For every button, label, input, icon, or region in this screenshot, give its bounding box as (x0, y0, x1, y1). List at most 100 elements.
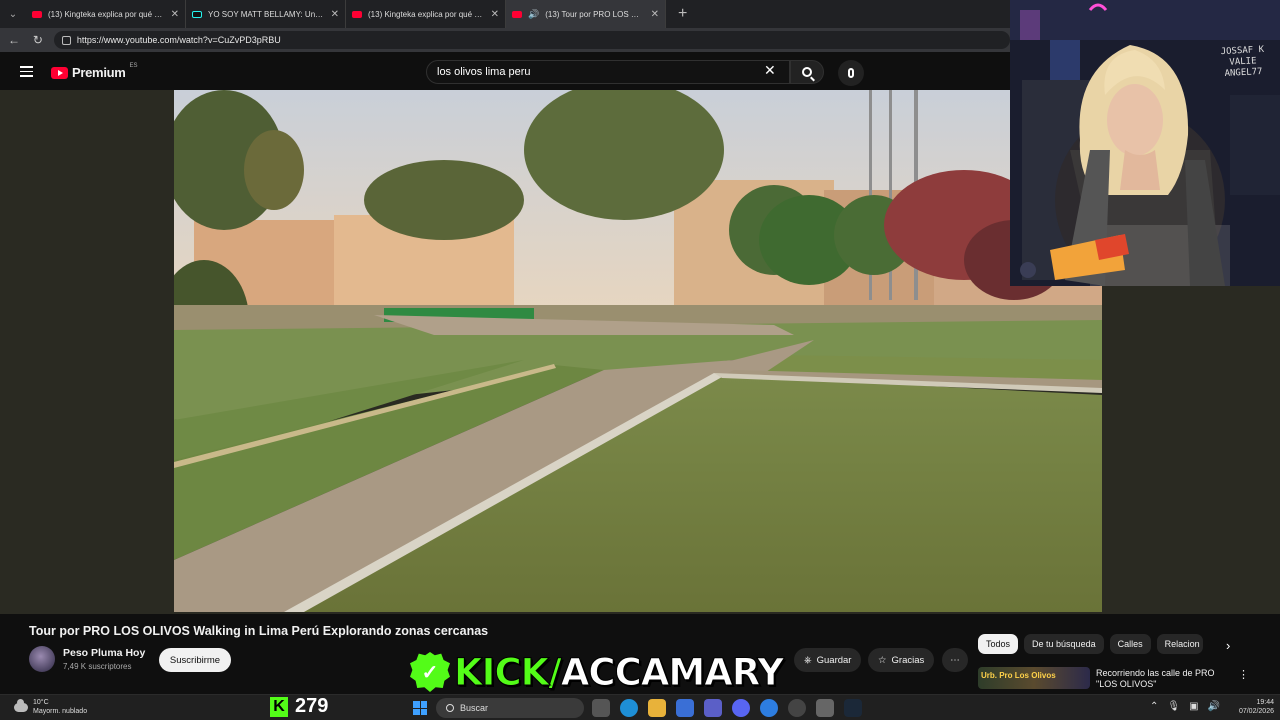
teams-icon[interactable] (704, 699, 722, 717)
more-actions-button[interactable]: ⋯ (942, 648, 968, 672)
viewer-count: 279 (295, 695, 329, 717)
video-title: Tour por PRO LOS OLIVOS Walking in Lima … (29, 624, 489, 638)
chip-all[interactable]: Todos (978, 634, 1019, 654)
chrome-icon[interactable] (788, 699, 806, 717)
youtube-icon (352, 10, 362, 18)
youtube-icon (32, 10, 42, 18)
channel-avatar[interactable] (29, 646, 55, 672)
logo-text: Premium (72, 65, 126, 80)
video-frame-park-scene (174, 90, 1102, 612)
weather-widget[interactable]: 10°C Mayorm. nublado (14, 698, 87, 716)
region-code: ES (129, 62, 138, 69)
weather-condition: Mayorm. nublado (33, 708, 88, 715)
task-view-icon[interactable] (592, 699, 610, 717)
kick-prefix: KICK/ (454, 650, 563, 694)
windows-taskbar: 10°C Mayorm. nublado K 279 Buscar ⌃ 🎙 ▣ … (0, 694, 1280, 720)
tab-title: YO SOY MATT BELLAMY: Un Show (208, 9, 325, 19)
save-button[interactable]: ⎈ Guardar (794, 648, 862, 672)
pinned-apps (592, 699, 862, 717)
webcam-feed (1010, 0, 1280, 286)
kick-handle: KICK/ACCAMARY (454, 650, 785, 694)
tab-title: (13) Kingteka explica por qué ya n (48, 9, 165, 19)
save-icon: ⎈ (804, 654, 812, 666)
taskbar-search[interactable]: Buscar (436, 698, 584, 718)
address-toolbar: ← ↻ https://www.youtube.com/watch?v=CuZv… (0, 28, 1010, 52)
close-icon[interactable]: ✕ (491, 9, 499, 20)
back-arrow-icon[interactable]: ← (6, 33, 22, 47)
address-bar[interactable]: https://www.youtube.com/watch?v=CuZvPD3p… (53, 31, 1010, 49)
browser-tab[interactable]: YO SOY MATT BELLAMY: Un Show ✕ (186, 0, 346, 28)
clear-search-icon[interactable]: ✕ (764, 62, 776, 79)
verified-badge-icon: ✓ (410, 652, 450, 692)
thumbnail-text: Urb. Pro Los Olivos (981, 671, 1056, 680)
video-player[interactable] (174, 90, 1102, 612)
youtube-logo[interactable]: Premium ES (51, 62, 138, 80)
close-icon[interactable]: ✕ (331, 9, 339, 20)
volume-icon[interactable]: 🔊 (1208, 701, 1220, 712)
search-icon (802, 67, 812, 77)
browser-tab[interactable]: (13) Kingteka explica por qué ya n ✕ (26, 0, 186, 28)
recommendation-title[interactable]: Recorriendo las calle de PRO "LOS OLIVOS… (1096, 668, 1226, 690)
chip-related[interactable]: Relacion (1156, 634, 1203, 654)
steam-icon[interactable] (844, 699, 862, 717)
search-input[interactable]: los olivos lima peru (426, 60, 790, 84)
discord-icon[interactable] (732, 699, 750, 717)
speaker-icon[interactable]: 🔊 (528, 9, 539, 20)
browser-tab-active[interactable]: 🔊 (13) Tour por PRO LOS OLIVOS ✕ (506, 0, 666, 28)
new-tab-button[interactable]: + (666, 5, 687, 23)
kick-viewer-counter: K 279 (270, 695, 328, 718)
reload-icon[interactable]: ↻ (30, 33, 46, 47)
url-text: https://www.youtube.com/watch?v=CuZvPD3p… (76, 35, 281, 45)
thanks-button[interactable]: ☆ Gracias (868, 648, 935, 672)
windows-start-icon[interactable] (413, 701, 427, 715)
kick-logo-icon: K (270, 696, 288, 717)
tab-title: (13) Kingteka explica por qué ya n (368, 9, 485, 19)
tab-list-dropdown-icon[interactable]: ⌄ (0, 0, 26, 28)
tab-title: (13) Tour por PRO LOS OLIVOS (545, 9, 644, 19)
tiktok-icon (192, 10, 202, 18)
thanks-label: Gracias (891, 654, 925, 666)
search-query: los olivos lima peru (437, 66, 531, 78)
edge-icon[interactable] (620, 699, 638, 717)
system-tray: ⌃ 🎙 ▣ 🔊 (1150, 701, 1220, 712)
more-horizontal-icon: ⋯ (950, 654, 960, 666)
youtube-play-icon (51, 66, 68, 79)
clock-time: 19:44 (1256, 699, 1274, 706)
clock-date: 07/02/2026 (1238, 708, 1274, 715)
hamburger-menu-icon[interactable] (20, 66, 33, 77)
store-icon[interactable] (676, 699, 694, 717)
channel-name[interactable]: Peso Pluma Hoy (63, 647, 145, 659)
save-label: Guardar (816, 654, 852, 666)
kick-channel-overlay: ✓ KICK/ACCAMARY (410, 650, 785, 694)
chip-streets[interactable]: Calles (1109, 634, 1151, 654)
kick-username: ACCAMARY (560, 650, 784, 694)
chevron-right-icon[interactable]: › (1226, 638, 1230, 653)
microphone-icon[interactable]: 🎙 (1167, 701, 1180, 712)
file-explorer-icon[interactable] (648, 699, 666, 717)
super-thanks-icon: ☆ (878, 654, 887, 666)
more-vertical-icon[interactable]: ⋮ (1238, 668, 1249, 681)
display-icon[interactable]: ▣ (1189, 701, 1198, 712)
subscriber-count: 7,49 K suscriptores (63, 662, 132, 671)
settings-gear-icon[interactable] (816, 699, 834, 717)
system-clock[interactable]: 19:44 07/02/2026 (1230, 698, 1274, 716)
microphone-icon (848, 68, 854, 78)
youtube-header: Premium ES los olivos lima peru ✕ (0, 52, 1010, 90)
close-icon[interactable]: ✕ (651, 9, 659, 20)
voice-search-button[interactable] (838, 60, 864, 86)
taskbar-search-label: Buscar (460, 703, 489, 713)
browser-tab[interactable]: (13) Kingteka explica por qué ya n ✕ (346, 0, 506, 28)
subscribe-button[interactable]: Suscribirme (159, 648, 231, 672)
youtube-icon (512, 10, 522, 18)
site-info-icon[interactable] (61, 35, 71, 45)
app-icon[interactable] (760, 699, 778, 717)
chip-from-search[interactable]: De tu búsqueda (1024, 634, 1104, 654)
cloudy-weather-icon (14, 698, 28, 712)
temperature: 10°C (33, 699, 49, 706)
chevron-up-icon[interactable]: ⌃ (1150, 701, 1158, 712)
browser-tab-strip: ⌄ (13) Kingteka explica por qué ya n ✕ Y… (0, 0, 1010, 28)
streamer-webcam (1010, 0, 1280, 286)
close-icon[interactable]: ✕ (171, 9, 179, 20)
search-button[interactable] (790, 60, 824, 84)
webcam-sign-text: JOSSAF K VALIE ANGEL77 (1220, 44, 1265, 79)
